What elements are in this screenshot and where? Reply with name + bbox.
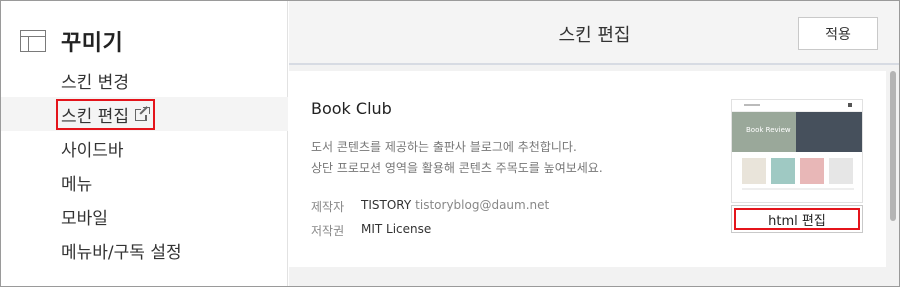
skin-name: Book Club bbox=[311, 99, 392, 118]
sidebar-item-menubar-subscribe[interactable]: 메뉴바/구독 설정 bbox=[1, 233, 288, 267]
apply-button[interactable]: 적용 bbox=[798, 17, 878, 50]
license-label: 저작권 bbox=[311, 224, 345, 238]
layout-icon bbox=[20, 30, 46, 52]
main-area: 스킨 편집 적용 Book Club 도서 콘텐츠를 제공하는 출판사 블로그에… bbox=[289, 1, 899, 286]
sidebar-title: 꾸미기 bbox=[61, 31, 124, 56]
skin-description-line: 상단 프로모션 영역을 활용해 콘텐츠 주목도를 높여보세요. bbox=[311, 161, 603, 175]
skin-thumbnail: Book Review bbox=[731, 99, 863, 203]
author-label: 제작자 bbox=[311, 200, 345, 214]
sidebar-item-skin-change[interactable]: 스킨 변경 bbox=[1, 63, 288, 97]
html-edit-highlight: html 편집 bbox=[734, 208, 860, 230]
sidebar-item-mobile[interactable]: 모바일 bbox=[1, 199, 288, 233]
skin-author-row: 제작자 TISTORY tistoryblog@daum.net bbox=[311, 198, 549, 215]
author-email: tistoryblog@daum.net bbox=[415, 198, 550, 212]
skin-info-panel: Book Club 도서 콘텐츠를 제공하는 출판사 블로그에 추천합니다. 상… bbox=[289, 71, 886, 267]
top-bar: 스킨 편집 적용 bbox=[289, 1, 899, 65]
sidebar-item-sidebar[interactable]: 사이드바 bbox=[1, 131, 288, 165]
sidebar-item-label: 사이드바 bbox=[61, 140, 124, 161]
sidebar-menu: 스킨 변경 스킨 편집 사이드바 메뉴 모바일 메뉴바/구독 설정 bbox=[1, 63, 288, 267]
window: 꾸미기 스킨 변경 스킨 편집 사이드바 메뉴 모바일 메뉴바/구독 설정 스킨… bbox=[0, 0, 900, 287]
thumbnail-caption: Book Review bbox=[746, 126, 791, 134]
active-highlight: 스킨 편집 bbox=[56, 98, 155, 130]
scrollbar[interactable] bbox=[886, 65, 899, 286]
sidebar-item-label: 스킨 변경 bbox=[61, 72, 129, 93]
external-link-icon[interactable] bbox=[134, 105, 150, 122]
scrollbar-thumb[interactable] bbox=[890, 71, 896, 221]
sidebar: 꾸미기 스킨 변경 스킨 편집 사이드바 메뉴 모바일 메뉴바/구독 설정 bbox=[1, 1, 288, 286]
sidebar-item-skin-edit[interactable]: 스킨 편집 bbox=[1, 97, 288, 131]
author-name: TISTORY bbox=[361, 198, 412, 212]
sidebar-item-label: 모바일 bbox=[61, 208, 108, 229]
sidebar-item-label: 메뉴바/구독 설정 bbox=[61, 242, 182, 263]
license-value: MIT License bbox=[361, 222, 432, 236]
sidebar-item-label: 스킨 편집 bbox=[61, 106, 129, 127]
sidebar-header: 꾸미기 bbox=[20, 27, 124, 56]
html-edit-button[interactable]: html 편집 bbox=[731, 205, 863, 233]
sidebar-item-menu[interactable]: 메뉴 bbox=[1, 165, 288, 199]
skin-description-line: 도서 콘텐츠를 제공하는 출판사 블로그에 추천합니다. bbox=[311, 140, 577, 154]
sidebar-item-label: 메뉴 bbox=[61, 174, 93, 195]
skin-description: 도서 콘텐츠를 제공하는 출판사 블로그에 추천합니다. 상단 프로모션 영역을… bbox=[311, 137, 603, 179]
skin-license-row: 저작권 MIT License bbox=[311, 222, 431, 239]
